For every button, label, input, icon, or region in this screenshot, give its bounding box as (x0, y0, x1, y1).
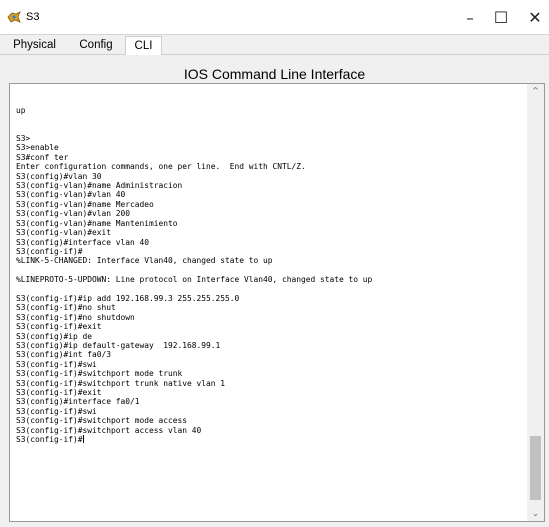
console-line: S3(config)#int fa0/3 (16, 350, 112, 360)
packet-tracer-switch-icon (7, 11, 21, 23)
panel-title: IOS Command Line Interface (183, 66, 366, 82)
console-line: S3(config)#ip default-gateway 192.168.99… (16, 340, 221, 350)
console-line: S3(config-if)#swi (16, 359, 97, 369)
console-line: S3(config-vlan)#exit (16, 228, 112, 238)
tab-config[interactable]: Config (72, 37, 120, 56)
chevron-up-icon[interactable]: ^ (527, 84, 544, 98)
scrollbar-thumb[interactable] (530, 436, 541, 500)
console-line: S3(config-if)# (16, 246, 83, 256)
maximize-button[interactable]: ☐ (486, 6, 516, 30)
chevron-down-icon[interactable]: ⌄ (527, 507, 544, 521)
cli-console[interactable]: up S3> S3>enable S3#conf ter Enter configur… (9, 83, 545, 522)
console-line: %LINEPROTO-5-UPDOWN: Line protocol on In… (16, 275, 373, 285)
console-line: S3(config-if)#ip add 192.168.99.3 255.25… (16, 293, 240, 303)
console-prompt: S3(config-if)# (16, 435, 83, 445)
console-line: S3>enable (16, 143, 59, 153)
title-bar: S3 – ☐ ✕ (0, 0, 549, 34)
console-line: S3(config)#interface fa0/1 (16, 397, 140, 407)
console-line: S3> (16, 134, 31, 144)
console-line: S3(config-if)#swi (16, 406, 97, 416)
tab-cli[interactable]: CLI (125, 36, 162, 57)
console-line: S3(config)#interface vlan 40 (16, 237, 150, 247)
console-line: Enter configuration commands, one per li… (16, 162, 306, 172)
console-line: S3(config-if)#exit (16, 388, 102, 397)
vertical-scrollbar[interactable]: ^ ⌄ (527, 84, 544, 521)
console-line: S3(config-if)#no shutdown (16, 312, 135, 322)
console-line: S3(config)#vlan 30 (16, 171, 102, 181)
console-line: S3(config-if)#no shut (16, 303, 116, 313)
console-line: S3(config-vlan)#name Mantenimiento (16, 218, 178, 228)
tab-bar: Physical Config CLI (0, 34, 549, 57)
console-line: S3(config-vlan)#name Mercadeo (16, 199, 154, 209)
console-line: S3(config-vlan)#vlan 40 (16, 190, 126, 200)
console-line: up (16, 105, 26, 115)
minimize-button[interactable]: – (455, 6, 485, 30)
console-line: %LINK-5-CHANGED: Interface Vlan40, chang… (16, 256, 273, 266)
console-line: S3(config-vlan)#vlan 200 (16, 209, 131, 219)
console-line: S3(config-if)#switchport mode trunk (16, 369, 183, 379)
close-button[interactable]: ✕ (520, 6, 549, 30)
text-cursor (82, 435, 84, 444)
console-output[interactable]: up S3> S3>enable S3#conf ter Enter configur… (16, 87, 516, 454)
console-line: S3(config-if)#exit (16, 322, 102, 332)
console-line: S3#conf ter (16, 152, 69, 162)
console-line: S3(config)#ip de (16, 331, 93, 341)
console-line: S3(config-if)#switchport mode access (16, 416, 188, 426)
console-line: S3(config-vlan)#name Administracion (16, 181, 183, 191)
tab-physical[interactable]: Physical (3, 37, 66, 56)
window-title: S3 (26, 11, 40, 23)
console-line: S3(config-if)#switchport trunk native vl… (16, 378, 226, 388)
console-line: S3(config-if)#switchport access vlan 40 (16, 425, 202, 435)
